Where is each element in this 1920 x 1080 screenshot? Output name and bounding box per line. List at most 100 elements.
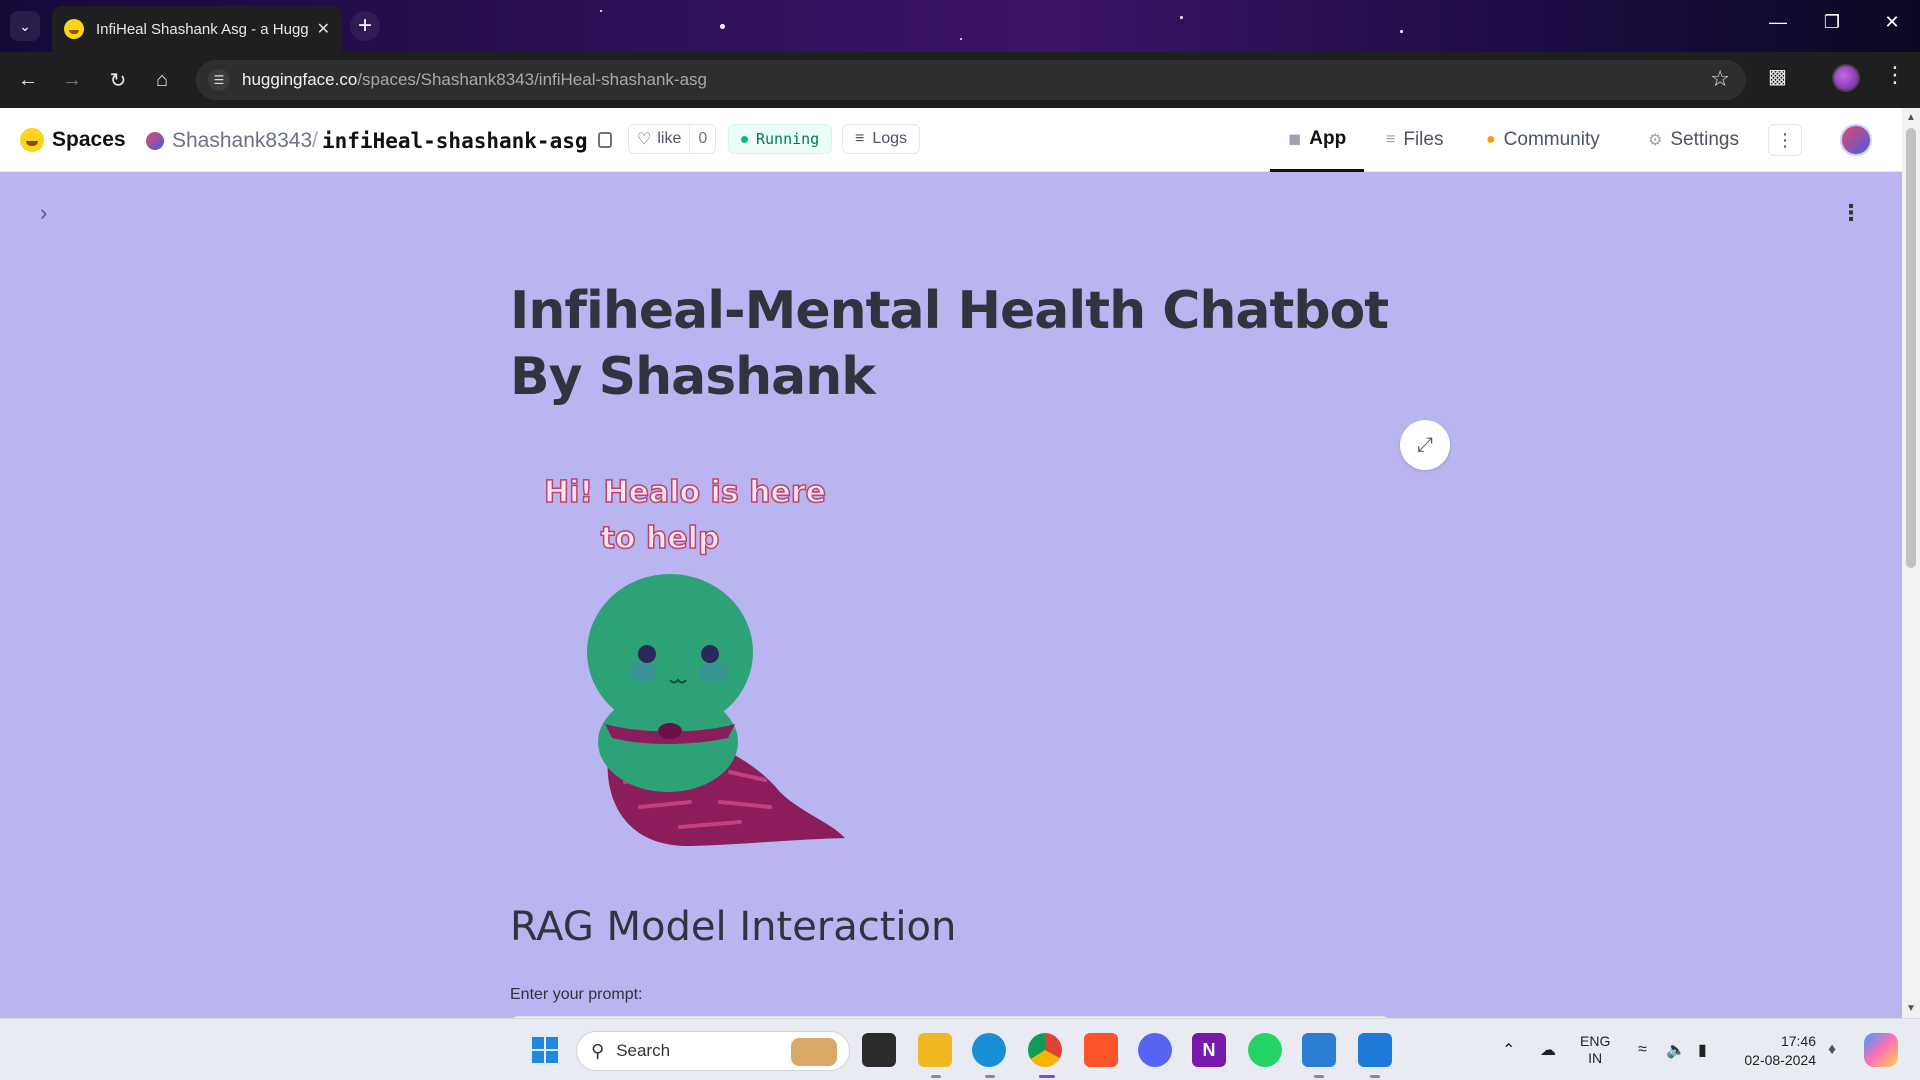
vscode-icon[interactable] bbox=[1358, 1033, 1392, 1067]
back-button[interactable]: ← bbox=[14, 66, 42, 94]
expand-arrows-icon: ⤢ bbox=[1417, 433, 1433, 456]
bookmark-star-icon[interactable]: ☆ bbox=[1710, 66, 1730, 92]
background-star bbox=[1400, 30, 1403, 33]
tray-overflow-chevron-icon[interactable]: ⌃ bbox=[1502, 1019, 1515, 1080]
tab-search-button[interactable]: ⌄ bbox=[10, 11, 40, 41]
chevron-down-icon: ⌄ bbox=[19, 17, 31, 34]
sidebar-expand-chevron-icon[interactable]: › bbox=[40, 200, 47, 226]
tab-settings-label: Settings bbox=[1670, 129, 1739, 150]
clock-date: 02-08-2024 bbox=[1744, 1052, 1816, 1068]
status-badge: Running bbox=[728, 124, 833, 154]
running-indicator bbox=[985, 1075, 995, 1078]
background-star bbox=[720, 24, 725, 29]
reload-icon: ↻ bbox=[109, 69, 127, 92]
wifi-icon[interactable]: ≈ bbox=[1638, 1019, 1647, 1080]
arrow-right-icon: → bbox=[62, 68, 82, 91]
like-count: 0 bbox=[689, 125, 715, 153]
close-window-button[interactable]: ✕ bbox=[1872, 12, 1912, 33]
more-options-button[interactable]: ⋮ bbox=[1768, 124, 1802, 156]
arrow-left-icon: ← bbox=[18, 68, 38, 91]
forward-button[interactable]: → bbox=[58, 66, 86, 94]
tab-files-label: Files bbox=[1403, 129, 1444, 150]
scrollbar-thumb[interactable] bbox=[1906, 128, 1916, 568]
status-dot-icon bbox=[741, 135, 748, 143]
like-label: like bbox=[657, 130, 682, 147]
scroll-down-icon[interactable]: ▼ bbox=[1906, 1003, 1916, 1014]
plus-icon: + bbox=[357, 12, 372, 39]
minimize-window-button[interactable]: — bbox=[1758, 12, 1798, 33]
browser-tab-active[interactable]: InfiHeal Shashank Asg - a Hugg ✕ bbox=[52, 6, 342, 52]
tab-app[interactable]: ◼ App bbox=[1270, 108, 1365, 172]
scroll-up-icon[interactable]: ▲ bbox=[1906, 112, 1916, 123]
home-button[interactable]: ⌂ bbox=[148, 66, 176, 94]
task-view-icon[interactable] bbox=[862, 1033, 896, 1067]
status-text: Running bbox=[756, 130, 820, 148]
mascot-head bbox=[587, 574, 753, 730]
like-button[interactable]: ♡ like 0 bbox=[628, 124, 717, 154]
running-indicator bbox=[1370, 1075, 1380, 1078]
edge-browser-icon[interactable] bbox=[972, 1033, 1006, 1067]
tab-community[interactable]: ● Community bbox=[1486, 108, 1600, 172]
site-info-icon[interactable]: ☰ bbox=[208, 69, 230, 91]
file-explorer-icon[interactable] bbox=[918, 1033, 952, 1067]
lang-line1: ENG bbox=[1580, 1033, 1611, 1049]
tab-files[interactable]: ≡ Files bbox=[1386, 108, 1443, 172]
tab-settings[interactable]: ⚙ Settings bbox=[1648, 108, 1739, 172]
windows-taskbar: ⚲ Search N ⌃ ☁ ENG IN ≈ 🔈 ▮ 17:46 02-08-… bbox=[0, 1018, 1920, 1080]
mascot-cheek bbox=[699, 662, 727, 682]
background-star bbox=[960, 38, 962, 40]
onenote-icon[interactable]: N bbox=[1192, 1033, 1226, 1067]
onedrive-cloud-icon[interactable]: ☁ bbox=[1540, 1019, 1556, 1080]
taskbar-search[interactable]: ⚲ Search bbox=[576, 1031, 850, 1071]
mascot-eye bbox=[701, 645, 719, 663]
streamlit-app: › ⋮ Infiheal-Mental Health Chatbot By Sh… bbox=[0, 172, 1902, 1018]
spaces-link[interactable]: Spaces bbox=[52, 128, 126, 152]
cube-icon: ◼ bbox=[1288, 130, 1302, 148]
copilot-icon[interactable] bbox=[1864, 1033, 1898, 1067]
page-title: Infiheal-Mental Health Chatbot By Shasha… bbox=[510, 281, 1389, 407]
user-avatar[interactable] bbox=[1840, 124, 1872, 156]
app-menu-icon[interactable]: ⋮ bbox=[1840, 200, 1862, 226]
browser-profile-avatar[interactable] bbox=[1832, 64, 1860, 92]
mascot-caption-line1: Hi! Healo is here bbox=[544, 475, 826, 510]
notification-bell-icon[interactable]: ♦ bbox=[1828, 1019, 1836, 1080]
browser-tab-bar: ⌄ InfiHeal Shashank Asg - a Hugg ✕ + — ❐… bbox=[0, 0, 1920, 52]
close-tab-icon[interactable]: ✕ bbox=[317, 19, 330, 39]
hf-space-header: Spaces Shashank8343 / infiHeal-shashank-… bbox=[0, 108, 1902, 172]
language-indicator[interactable]: ENG IN bbox=[1580, 1033, 1610, 1067]
home-icon: ⌂ bbox=[155, 68, 169, 91]
tab-community-label: Community bbox=[1503, 129, 1600, 150]
clock[interactable]: 17:46 02-08-2024 bbox=[1736, 1032, 1816, 1070]
extensions-icon[interactable]: ▩ bbox=[1768, 64, 1787, 89]
owner-link[interactable]: Shashank8343 bbox=[172, 129, 312, 153]
restore-window-button[interactable]: ❐ bbox=[1812, 12, 1852, 33]
reload-button[interactable]: ↻ bbox=[104, 66, 132, 94]
page-scrollbar[interactable]: ▲ ▼ bbox=[1902, 108, 1920, 1018]
new-tab-button[interactable]: + bbox=[350, 11, 380, 41]
chrome-browser-icon[interactable] bbox=[1028, 1033, 1062, 1067]
hugging-face-favicon-icon bbox=[64, 19, 84, 39]
running-indicator bbox=[931, 1075, 941, 1078]
brave-browser-icon[interactable] bbox=[1084, 1033, 1118, 1067]
heart-icon: ♡ bbox=[637, 131, 652, 148]
copy-icon[interactable] bbox=[598, 132, 612, 148]
whatsapp-icon[interactable] bbox=[1248, 1033, 1282, 1067]
active-indicator bbox=[1039, 1075, 1055, 1078]
address-bar[interactable]: ☰ huggingface.co/spaces/Shashank8343/inf… bbox=[196, 60, 1746, 100]
browser-menu-icon[interactable]: ⋮ bbox=[1884, 62, 1906, 88]
volume-icon[interactable]: 🔈 bbox=[1666, 1019, 1686, 1080]
tab-title: InfiHeal Shashank Asg - a Hugg bbox=[96, 20, 309, 38]
discord-icon[interactable] bbox=[1138, 1033, 1172, 1067]
healo-mascot-image: Hi! Healo is here to help bbox=[543, 474, 845, 847]
tab-app-label: App bbox=[1309, 127, 1347, 149]
repo-name-link[interactable]: infiHeal-shashank-asg bbox=[322, 129, 588, 153]
fullscreen-button[interactable]: ⤢ bbox=[1400, 420, 1450, 470]
notepad-icon[interactable] bbox=[1302, 1033, 1336, 1067]
windows-start-icon[interactable] bbox=[528, 1033, 562, 1067]
search-highlight-image bbox=[791, 1038, 837, 1066]
browser-toolbar: ← → ↻ ⌂ ☰ huggingface.co/spaces/Shashank… bbox=[0, 52, 1920, 108]
hugging-face-logo-icon[interactable] bbox=[20, 128, 44, 152]
battery-icon[interactable]: ▮ bbox=[1698, 1019, 1707, 1080]
logs-button[interactable]: ≡ Logs bbox=[842, 124, 921, 154]
lang-line2: IN bbox=[1588, 1050, 1603, 1066]
